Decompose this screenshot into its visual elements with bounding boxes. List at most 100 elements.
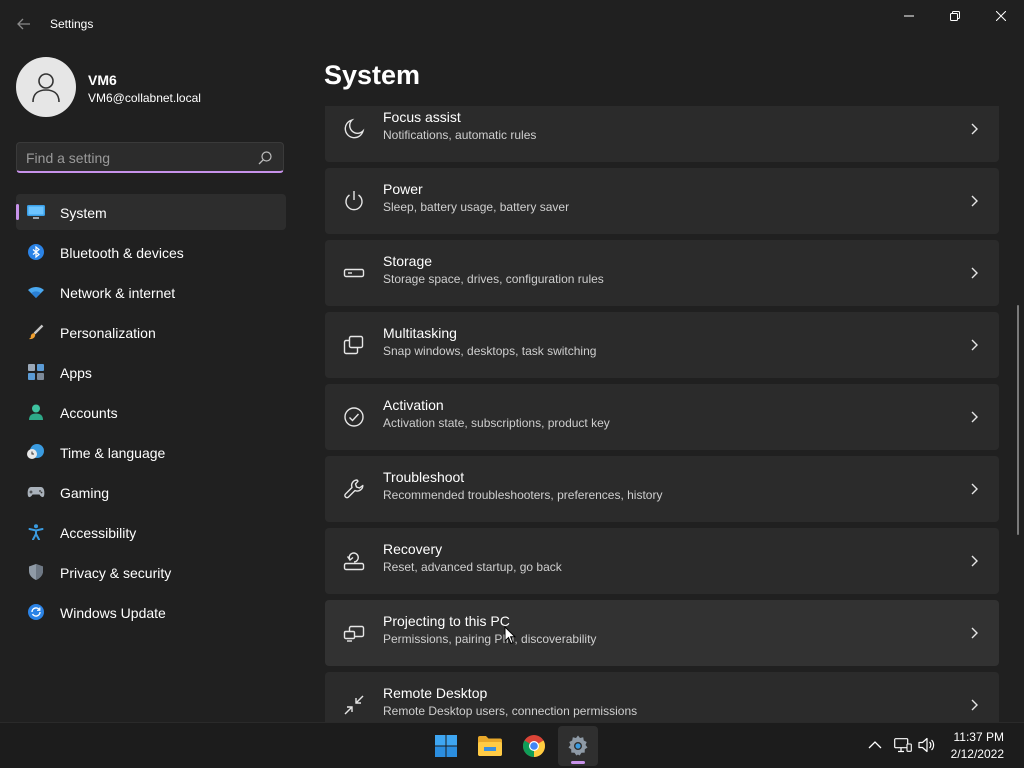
sidebar-item-bluetooth[interactable]: Bluetooth & devices: [16, 234, 286, 270]
power-item[interactable]: Power Sleep, battery usage, battery save…: [325, 168, 999, 234]
clock-globe-icon: [27, 444, 45, 460]
chevron-right-icon: [971, 699, 978, 711]
item-title: Activation: [383, 397, 444, 413]
start-button[interactable]: [426, 726, 466, 766]
settings-list: Focus assist Notifications, automatic ru…: [324, 106, 1000, 722]
chevron-right-icon: [971, 411, 978, 423]
projecting-item[interactable]: Projecting to this PC Permissions, pairi…: [325, 600, 999, 666]
item-description: Permissions, pairing PIN, discoverabilit…: [383, 632, 597, 646]
search-box[interactable]: [16, 142, 284, 173]
settings-taskbar-button[interactable]: [558, 726, 598, 766]
app-title: Settings: [50, 17, 94, 31]
sidebar-item-label: Apps: [60, 365, 92, 381]
sidebar-item-personalization[interactable]: Personalization: [16, 314, 286, 350]
activation-item[interactable]: Activation Activation state, subscriptio…: [325, 384, 999, 450]
storage-item[interactable]: Storage Storage space, drives, configura…: [325, 240, 999, 306]
restore-button[interactable]: [932, 0, 978, 32]
check-circle-icon: [344, 407, 364, 427]
item-title: Remote Desktop: [383, 685, 488, 701]
clock-time: 11:37 PM: [953, 730, 1004, 744]
sidebar-item-label: Windows Update: [60, 605, 166, 621]
item-description: Sleep, battery usage, battery saver: [383, 200, 570, 214]
item-description: Storage space, drives, configuration rul…: [383, 272, 604, 286]
item-description: Snap windows, desktops, task switching: [383, 344, 597, 358]
settings-gear-icon: [568, 735, 588, 756]
taskbar: 11:37 PM 2/12/2022: [0, 722, 1024, 768]
active-app-indicator: [571, 761, 585, 764]
item-description: Recommended troubleshooters, preferences…: [383, 488, 663, 502]
minimize-icon: [904, 15, 914, 17]
power-icon: [345, 191, 363, 211]
troubleshoot-item[interactable]: Troubleshoot Recommended troubleshooters…: [325, 456, 999, 522]
item-title: Troubleshoot: [383, 469, 465, 485]
apps-icon: [27, 364, 45, 380]
remote-desktop-icon: [344, 695, 364, 715]
volume-icon: [918, 737, 935, 753]
search-input[interactable]: [26, 148, 246, 168]
sidebar-item-system[interactable]: System: [16, 194, 286, 230]
sidebar-item-gaming[interactable]: Gaming: [16, 474, 286, 510]
chrome-button[interactable]: [514, 726, 554, 766]
account-icon: [27, 404, 45, 420]
volume-button[interactable]: [918, 736, 936, 754]
sidebar-item-accounts[interactable]: Accounts: [16, 394, 286, 430]
chevron-right-icon: [971, 483, 978, 495]
sidebar-item-label: Accounts: [60, 405, 118, 421]
wrench-icon: [344, 479, 364, 499]
sidebar-item-label: System: [60, 205, 107, 221]
item-title: Projecting to this PC: [383, 613, 510, 629]
recovery-item[interactable]: Recovery Reset, advanced startup, go bac…: [325, 528, 999, 594]
close-button[interactable]: [978, 0, 1024, 32]
wifi-icon: [27, 284, 45, 300]
user-email: VM6@collabnet.local: [88, 91, 201, 105]
focus-assist-item[interactable]: Focus assist Notifications, automatic ru…: [325, 106, 999, 162]
restore-icon: [950, 11, 960, 21]
sidebar-item-time-language[interactable]: Time & language: [16, 434, 286, 470]
file-explorer-icon: [478, 736, 502, 756]
user-icon: [32, 73, 60, 103]
system-icon: [27, 204, 45, 220]
sidebar-nav: System Bluetooth & devices Network & int…: [16, 194, 286, 634]
title-bar: Settings: [0, 0, 1024, 48]
brush-icon: [27, 324, 45, 340]
sidebar-item-accessibility[interactable]: Accessibility: [16, 514, 286, 550]
close-icon: [996, 11, 1006, 21]
sidebar-item-label: Personalization: [60, 325, 156, 341]
remote-desktop-item[interactable]: Remote Desktop Remote Desktop users, con…: [325, 672, 999, 722]
item-title: Power: [383, 181, 423, 197]
item-description: Notifications, automatic rules: [383, 128, 537, 142]
chrome-icon: [523, 735, 545, 757]
back-button[interactable]: [10, 12, 38, 36]
multitasking-item[interactable]: Multitasking Snap windows, desktops, tas…: [325, 312, 999, 378]
sidebar-item-label: Bluetooth & devices: [60, 245, 184, 261]
clock-date: 2/12/2022: [950, 747, 1004, 761]
page-title: System: [324, 60, 421, 90]
scrollbar[interactable]: [1017, 305, 1019, 535]
file-explorer-button[interactable]: [470, 726, 510, 766]
item-description: Reset, advanced startup, go back: [383, 560, 562, 574]
chevron-right-icon: [971, 267, 978, 279]
search-icon[interactable]: [257, 150, 273, 166]
taskbar-clock[interactable]: 11:37 PM 2/12/2022: [951, 729, 1004, 763]
chevron-right-icon: [971, 555, 978, 567]
recovery-icon: [343, 552, 365, 571]
bluetooth-icon: [27, 244, 45, 260]
sidebar-item-label: Privacy & security: [60, 565, 172, 581]
chevron-right-icon: [971, 195, 978, 207]
sidebar-item-label: Accessibility: [60, 525, 137, 541]
minimize-button[interactable]: [886, 0, 932, 32]
accessibility-icon: [27, 524, 45, 540]
avatar[interactable]: [16, 57, 76, 117]
sidebar-item-apps[interactable]: Apps: [16, 354, 286, 390]
sidebar-item-windows-update[interactable]: Windows Update: [16, 594, 286, 630]
shield-icon: [27, 564, 45, 580]
chevron-right-icon: [971, 339, 978, 351]
item-description: Activation state, subscriptions, product…: [383, 416, 610, 430]
moon-icon: [344, 118, 365, 139]
back-arrow-icon: [17, 18, 30, 30]
sidebar-item-network[interactable]: Network & internet: [16, 274, 286, 310]
item-description: Remote Desktop users, connection permiss…: [383, 704, 638, 718]
sidebar-item-privacy[interactable]: Privacy & security: [16, 554, 286, 590]
show-hidden-icons-button[interactable]: [866, 736, 884, 754]
network-status-button[interactable]: [894, 736, 912, 754]
